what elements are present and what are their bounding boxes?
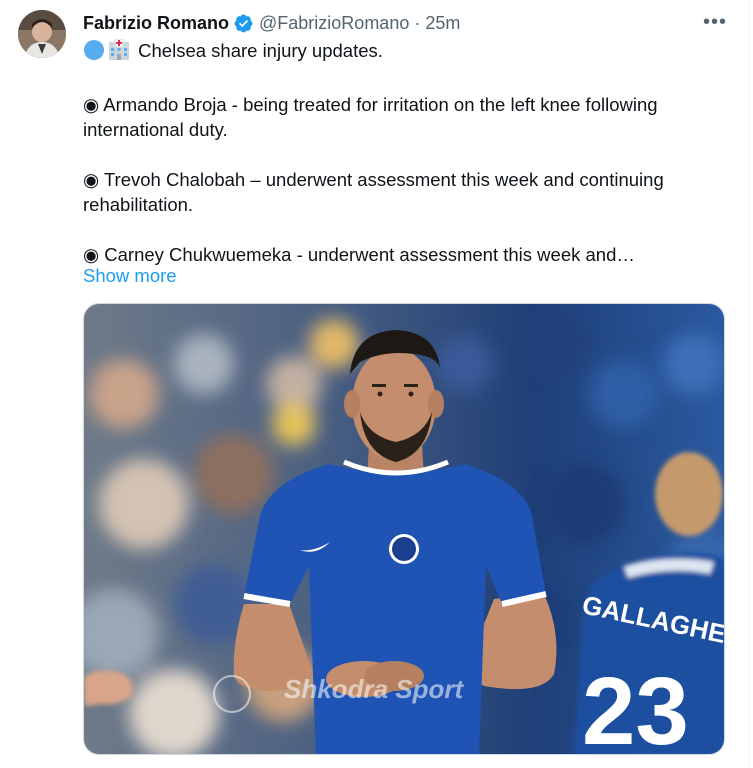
timestamp[interactable]: 25m	[425, 13, 460, 34]
watermark-text: Shkodra Sport	[284, 674, 464, 704]
tweet-photo[interactable]: GALLAGHER 23 Shkodra Sport	[83, 303, 725, 755]
author-name[interactable]: Fabrizio Romano	[83, 13, 229, 34]
blue-circle-emoji-icon	[83, 39, 105, 67]
intro-text: Chelsea share injury updates.	[138, 40, 383, 61]
verified-badge-icon	[233, 13, 254, 34]
injury-item-chalobah: ◉ Trevoh Chalobah – underwent assessment…	[83, 169, 664, 215]
show-more-link[interactable]: Show more	[83, 263, 177, 288]
hospital-emoji-icon	[107, 38, 131, 67]
tweet-text: Chelsea share injury updates. ◉ Armando …	[83, 38, 703, 267]
separator-dot: ·	[414, 12, 421, 33]
avatar[interactable]	[18, 10, 66, 58]
intro-line: Chelsea share injury updates.	[83, 38, 703, 67]
author-handle[interactable]: @FabrizioRomano	[259, 13, 409, 34]
divider	[748, 0, 749, 768]
shirt-number-text: 23	[582, 658, 689, 755]
more-options-icon[interactable]: •••	[703, 12, 727, 32]
injury-item-broja: ◉ Armando Broja - being treated for irri…	[83, 94, 658, 140]
tweet-header: Fabrizio Romano @FabrizioRomano · 25m	[83, 11, 460, 35]
tweet-card[interactable]: Fabrizio Romano @FabrizioRomano · 25m ••…	[0, 0, 753, 768]
